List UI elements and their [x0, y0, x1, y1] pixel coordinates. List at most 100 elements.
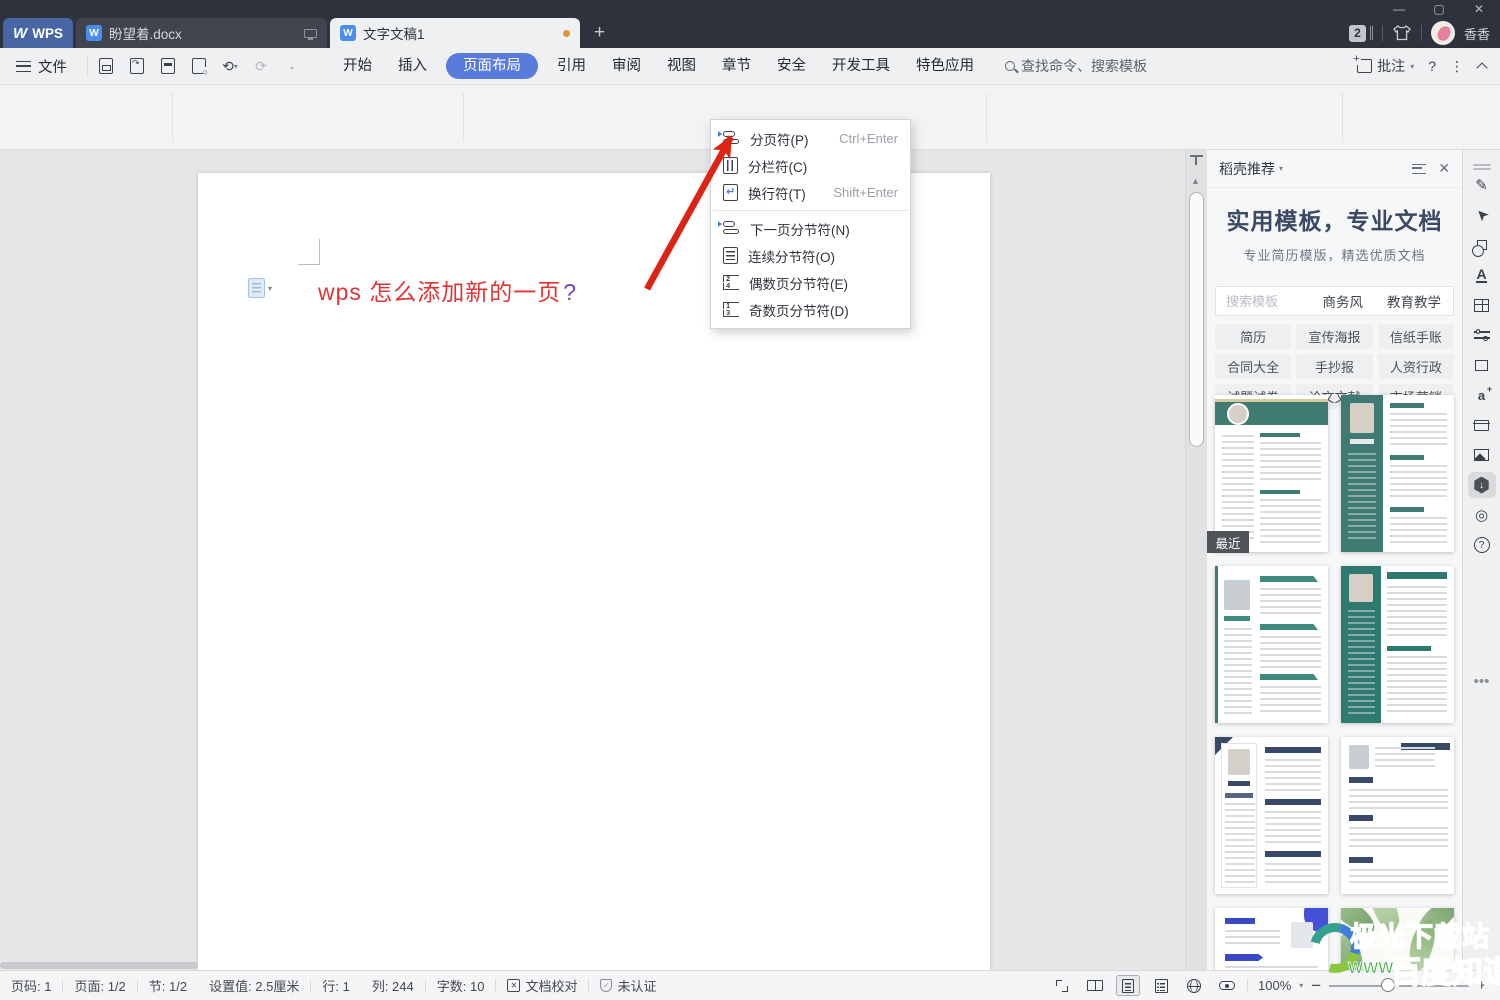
zoom-in-button[interactable]: + [1477, 977, 1486, 994]
shapes-icon[interactable] [1468, 232, 1496, 258]
template-thumb-3[interactable] [1215, 566, 1328, 723]
comment-button[interactable]: 批注 ▾ [1357, 56, 1414, 76]
command-search[interactable]: 查找命令、搜索模板 [1005, 56, 1147, 76]
tab-review[interactable]: 审阅 [599, 48, 654, 85]
status-column[interactable]: 列: 244 [361, 976, 425, 995]
toolbar-more-button[interactable]: ⌄ [280, 54, 304, 78]
tab-special-apps[interactable]: 特色应用 [903, 48, 987, 85]
export-pdf-button[interactable] [125, 54, 149, 78]
tab-view[interactable]: 视图 [654, 48, 709, 85]
status-certification[interactable]: ✓未认证 [589, 976, 667, 995]
table-icon[interactable] [1468, 292, 1496, 318]
search-tab-business[interactable]: 商务风 [1311, 291, 1376, 311]
menu-item-even-page-section-break[interactable]: 24 偶数页分节符(E) [711, 269, 910, 296]
new-tab-button[interactable]: + [594, 20, 605, 46]
status-word-count[interactable]: 字数: 10 [426, 976, 496, 995]
maximize-button[interactable]: ▢ [1424, 0, 1454, 18]
template-thumb-7[interactable] [1215, 908, 1328, 970]
strip-more-icon[interactable]: ••• [1468, 668, 1496, 694]
print-preview-button[interactable] [187, 54, 211, 78]
search-tab-education[interactable]: 教育教学 [1375, 291, 1453, 311]
template-thumb-2[interactable] [1341, 395, 1454, 552]
templates-pane-title[interactable]: 稻壳推荐 [1219, 159, 1275, 179]
menu-item-column-break[interactable]: 分栏符(C) [711, 152, 910, 179]
status-setting[interactable]: 设置值: 2.5厘米 [198, 976, 310, 995]
scroll-up-icon[interactable]: ▲ [1191, 176, 1200, 186]
document-tab-2-active[interactable]: W 文字文稿1 [330, 18, 580, 48]
help-circle-icon[interactable]: ? [1468, 532, 1496, 558]
image-gallery-icon[interactable] [1468, 352, 1496, 378]
tab-insert[interactable]: 插入 [385, 48, 440, 85]
select-cursor-icon[interactable]: ➤ [1462, 196, 1500, 234]
tab-security[interactable]: 安全 [764, 48, 819, 85]
close-button[interactable]: ✕ [1464, 0, 1494, 18]
archive-box-icon[interactable] [1468, 412, 1496, 438]
tab-home[interactable]: 开始 [330, 48, 385, 85]
doc-count-badge[interactable]: 2 [1349, 25, 1366, 42]
read-layout-icon[interactable] [1083, 975, 1107, 996]
page-view-icon-selected[interactable] [1116, 975, 1140, 996]
translate-icon[interactable]: a [1468, 382, 1496, 408]
properties-sliders-icon[interactable] [1468, 322, 1496, 348]
status-pages[interactable]: 页面: 1/2 [63, 976, 136, 995]
tab-page-layout-active[interactable]: 页面布局 [446, 53, 538, 79]
chip-handcopy[interactable]: 手抄报 [1296, 354, 1372, 379]
chip-letter[interactable]: 信纸手账 [1378, 324, 1454, 349]
template-search-input[interactable] [1216, 294, 1311, 309]
user-avatar[interactable] [1431, 21, 1455, 45]
chip-contract[interactable]: 合同大全 [1215, 354, 1291, 379]
status-page-number[interactable]: 页码: 1 [0, 976, 62, 995]
strip-handle[interactable] [1473, 164, 1491, 166]
minimize-button[interactable]: — [1384, 0, 1414, 18]
file-menu-button[interactable]: 文件 [0, 56, 81, 77]
template-thumb-5[interactable] [1215, 737, 1328, 894]
pane-close-icon[interactable]: ✕ [1438, 160, 1450, 177]
chip-poster[interactable]: 宣传海报 [1296, 324, 1372, 349]
chip-hr[interactable]: 人资行政 [1378, 354, 1454, 379]
pane-list-icon[interactable] [1412, 164, 1426, 174]
tab-section[interactable]: 章节 [709, 48, 764, 85]
menu-item-text-wrap-break[interactable]: 换行符(T)Shift+Enter [711, 179, 910, 206]
document-tab-1[interactable]: W 盼望着.docx [76, 18, 327, 48]
eye-protect-icon[interactable] [1215, 975, 1239, 996]
stamp-icon[interactable]: ◎ [1468, 502, 1496, 528]
zoom-slider[interactable] [1329, 985, 1469, 987]
print-button[interactable] [156, 54, 180, 78]
docer-resource-icon-selected[interactable]: ↓ [1468, 472, 1496, 498]
undo-button[interactable]: ⟲▾ [218, 54, 242, 78]
template-thumb-4[interactable] [1341, 566, 1454, 723]
horizontal-scrollbar-thumb[interactable] [0, 962, 198, 969]
wordart-icon[interactable]: A [1468, 262, 1496, 288]
outline-view-icon[interactable] [1149, 975, 1173, 996]
template-thumb-1[interactable] [1215, 395, 1328, 552]
edit-pen-icon[interactable]: ✎ [1468, 172, 1496, 198]
status-section[interactable]: 节: 1/2 [138, 976, 198, 995]
zoom-out-button[interactable]: − [1311, 976, 1321, 996]
redo-button[interactable]: ⟳ [249, 54, 273, 78]
collapse-ribbon-button[interactable] [1476, 62, 1487, 73]
picture-icon[interactable] [1468, 442, 1496, 468]
menu-item-page-break[interactable]: 分页符(P)Ctrl+Enter [711, 125, 910, 152]
zoom-slider-knob[interactable] [1381, 978, 1395, 992]
chip-resume[interactable]: 简历 [1215, 324, 1291, 349]
help-button[interactable]: ? [1428, 58, 1436, 74]
menu-item-odd-page-section-break[interactable]: 13 奇数页分节符(D) [711, 296, 910, 323]
paste-options-floaty[interactable]: ▾ [248, 278, 272, 298]
menu-item-next-page-section-break[interactable]: 下一页分节符(N) [711, 215, 910, 242]
template-thumb-8[interactable]: ••• [1341, 908, 1454, 970]
menu-item-continuous-section-break[interactable]: 连续分节符(O) [711, 242, 910, 269]
document-vscrollbar[interactable]: ▲ [1185, 150, 1207, 970]
web-layout-icon[interactable] [1182, 975, 1206, 996]
status-proofread[interactable]: ✕文档校对 [496, 976, 588, 995]
tab-references[interactable]: 引用 [544, 48, 599, 85]
wps-home-tab[interactable]: W WPS [3, 18, 73, 48]
save-button[interactable] [94, 54, 118, 78]
vscrollbar-thumb[interactable] [1189, 192, 1204, 447]
zoom-caret-icon[interactable]: ▾ [1299, 981, 1303, 990]
tab-dev-tools[interactable]: 开发工具 [819, 48, 903, 85]
fullscreen-view-icon[interactable] [1050, 975, 1074, 996]
more-menu-button[interactable]: ⋮ [1450, 58, 1464, 75]
skin-icon[interactable] [1392, 24, 1412, 42]
template-thumb-6[interactable] [1341, 737, 1454, 894]
zoom-level[interactable]: 100% [1258, 978, 1291, 993]
